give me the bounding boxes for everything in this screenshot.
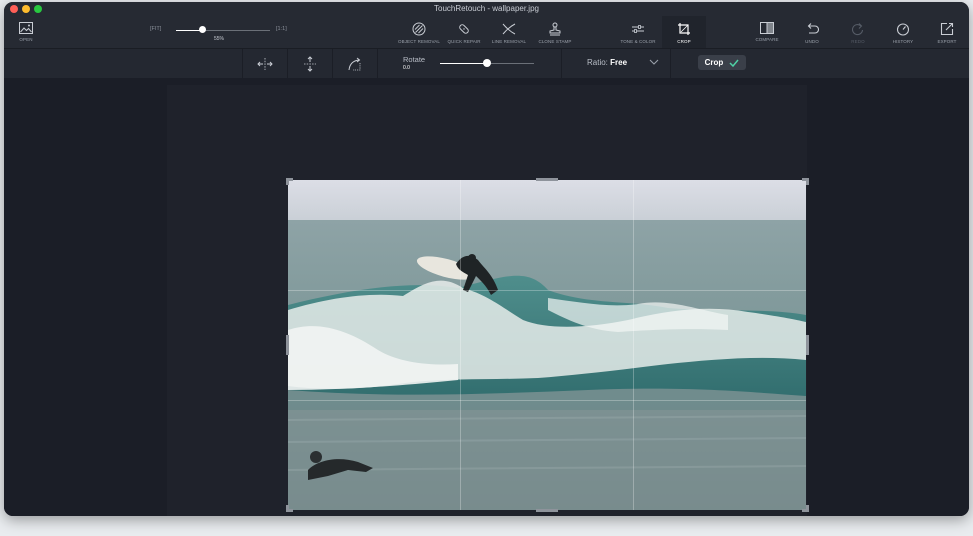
- zoom-fit-button[interactable]: [FIT]: [150, 26, 161, 32]
- zoom-slider-track[interactable]: [176, 30, 270, 31]
- history-icon: [896, 23, 910, 36]
- ratio-dropdown[interactable]: Ratio: Free: [587, 58, 627, 67]
- zoom-value: 55%: [214, 36, 225, 42]
- zoom-control: [FIT] [1:1] 55%: [150, 16, 300, 48]
- tone-color-label: TONE & COLOR: [620, 39, 656, 44]
- crop-grid-line: [288, 290, 806, 291]
- image-icon: [19, 22, 33, 34]
- image-canvas[interactable]: [4, 79, 969, 516]
- ratio-label: Ratio:: [587, 58, 608, 67]
- undo-label: UNDO: [805, 39, 819, 44]
- chevron-down-icon[interactable]: [649, 58, 659, 66]
- redo-icon: [852, 23, 864, 36]
- sliders-icon: [632, 25, 644, 33]
- line-removal-label: LINE REMOVAL: [491, 39, 527, 44]
- crop-corner-handle-top-left[interactable]: [286, 178, 289, 185]
- crop-grid-line: [288, 400, 806, 401]
- history-label: HISTORY: [892, 39, 914, 44]
- flip-vertical-icon: [304, 55, 316, 72]
- line-removal-icon: [502, 23, 516, 35]
- crop-corner-handle-bottom-left[interactable]: [286, 505, 289, 512]
- crop-tool-button[interactable]: CROP: [662, 16, 706, 48]
- stamp-icon: [549, 22, 561, 36]
- crop-tool-label: CROP: [677, 39, 691, 44]
- crop-edge-handle-left[interactable]: [286, 335, 289, 355]
- crop-grid-line: [460, 180, 461, 510]
- crop-corner-handle-bottom-right[interactable]: [806, 505, 809, 512]
- rotate-value: 0.0: [403, 65, 410, 71]
- divider: [377, 49, 378, 78]
- main-toolbar: OPEN [FIT] [1:1] 55% OBJECT REMOVAL QUIC…: [4, 16, 969, 49]
- flip-vertical-button[interactable]: [288, 49, 332, 78]
- rotate-label: Rotate: [403, 55, 426, 64]
- crop-icon: [678, 23, 690, 35]
- ratio-value: Free: [610, 58, 628, 67]
- history-button[interactable]: HISTORY: [888, 16, 918, 48]
- open-label: OPEN: [19, 37, 33, 42]
- divider: [670, 49, 671, 78]
- open-button[interactable]: OPEN: [12, 16, 40, 48]
- surfer-photo: [288, 180, 806, 510]
- redo-button[interactable]: REDO: [846, 16, 870, 48]
- redo-label: REDO: [851, 39, 865, 44]
- title-bar: TouchRetouch - wallpaper.jpg: [4, 2, 969, 16]
- crop-corner-handle-top-right[interactable]: [806, 178, 809, 185]
- crop-options-bar: Rotate 0.0 Ratio: Free Crop: [4, 49, 969, 78]
- quick-repair-button[interactable]: QUICK REPAIR: [446, 16, 482, 48]
- compare-button[interactable]: COMPARE: [752, 16, 782, 48]
- apply-crop-label: Crop: [704, 58, 724, 67]
- tone-color-button[interactable]: TONE & COLOR: [616, 16, 660, 48]
- export-icon: [940, 22, 954, 36]
- rotate-icon: [348, 57, 361, 70]
- apply-crop-button[interactable]: Crop: [698, 55, 746, 70]
- rotate-slider-knob[interactable]: [483, 59, 491, 67]
- flip-horizontal-button[interactable]: [243, 49, 287, 78]
- divider: [561, 49, 562, 78]
- quick-repair-label: QUICK REPAIR: [447, 39, 481, 44]
- export-label: EXPORT: [937, 39, 957, 44]
- crop-area-photo[interactable]: [288, 180, 806, 510]
- object-removal-label: OBJECT REMOVAL: [398, 39, 440, 44]
- object-removal-button[interactable]: OBJECT REMOVAL: [396, 16, 442, 48]
- checkmark-icon: [729, 59, 739, 67]
- flip-horizontal-icon: [257, 57, 273, 70]
- zoom-slider-knob[interactable]: [198, 26, 206, 33]
- window-title: TouchRetouch - wallpaper.jpg: [434, 4, 539, 13]
- undo-button[interactable]: UNDO: [800, 16, 824, 48]
- bandage-icon: [459, 24, 469, 34]
- zoom-one-to-one-button[interactable]: [1:1]: [276, 26, 287, 32]
- clone-stamp-label: CLONE STAMP: [538, 39, 572, 44]
- undo-icon: [807, 23, 819, 34]
- app-window: TouchRetouch - wallpaper.jpg OPEN [FIT] …: [4, 2, 969, 516]
- rotate-90-button[interactable]: [333, 49, 377, 78]
- compare-icon: [760, 22, 774, 34]
- line-removal-button[interactable]: LINE REMOVAL: [490, 16, 528, 48]
- crop-edge-handle-top[interactable]: [536, 178, 558, 181]
- crop-edge-handle-right[interactable]: [806, 335, 809, 355]
- export-button[interactable]: EXPORT: [932, 16, 962, 48]
- object-removal-icon: [412, 22, 426, 36]
- crop-edge-handle-bottom[interactable]: [536, 509, 558, 512]
- clone-stamp-button[interactable]: CLONE STAMP: [534, 16, 576, 48]
- crop-grid-line: [633, 180, 634, 510]
- compare-label: COMPARE: [755, 37, 779, 42]
